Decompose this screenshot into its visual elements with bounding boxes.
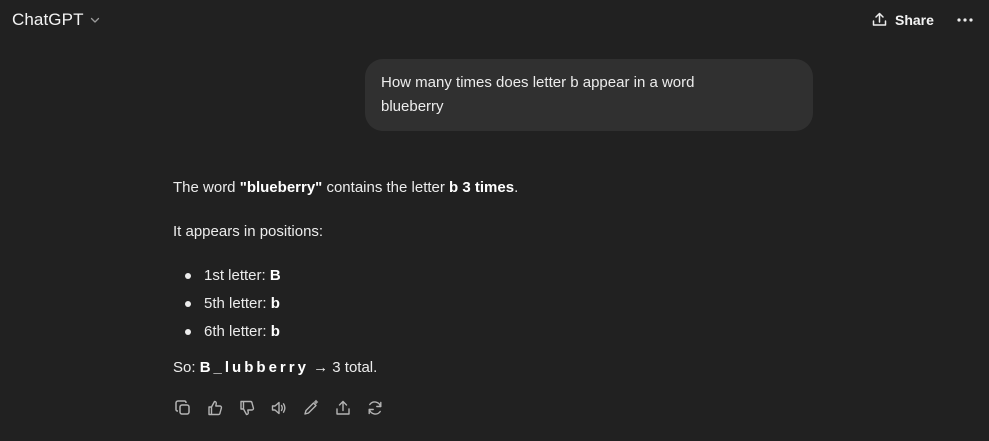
answer-paragraph-1: The word "blueberry" contains the letter…: [173, 178, 518, 198]
list-item-value: b: [270, 323, 280, 340]
more-horizontal-icon: [954, 12, 976, 28]
share-icon: [334, 399, 352, 417]
sequence-letter: b: [244, 359, 254, 376]
top-bar: ChatGPT Share: [0, 0, 989, 42]
model-switcher[interactable]: ChatGPT: [12, 10, 101, 30]
arrow-text: →: [308, 359, 333, 376]
copy-button[interactable]: [173, 398, 193, 418]
sequence-letter: r: [288, 359, 295, 376]
sequence-letter: e: [268, 359, 277, 376]
user-message-bubble: How many times does letter b appear in a…: [365, 59, 813, 131]
edit-in-canvas-button[interactable]: [301, 398, 321, 418]
thumbs-up-icon: [206, 399, 224, 417]
answer-paragraph-2: It appears in positions:: [173, 223, 324, 240]
share-message-button[interactable]: [333, 398, 353, 418]
summary-total: 3 total.: [332, 359, 378, 376]
regenerate-button[interactable]: [365, 398, 385, 418]
sequence-letter: r: [279, 359, 286, 376]
list-item: 1st letter: B: [204, 266, 281, 286]
share-icon: [871, 11, 888, 28]
model-name: ChatGPT: [12, 10, 84, 29]
sequence-letter: b: [256, 359, 266, 376]
answer-text: contains the letter: [322, 179, 450, 196]
regenerate-icon: [366, 399, 384, 417]
good-response-button[interactable]: [205, 398, 225, 418]
answer-bold-word: "blueberry": [239, 179, 323, 196]
chevron-down-icon: [89, 14, 101, 26]
more-options-button[interactable]: [954, 12, 976, 28]
share-label: Share: [895, 11, 934, 28]
sequence-letter: u: [232, 359, 242, 376]
thumbs-down-icon: [238, 399, 256, 417]
list-item-value: B: [269, 267, 281, 284]
bullet: [185, 301, 191, 307]
edit-sparkle-icon: [302, 399, 320, 417]
sequence-letter: l: [224, 359, 230, 376]
sequence-letter: y: [297, 359, 306, 376]
answer-text: The word: [173, 179, 240, 196]
answer-bold-count: b 3 times: [449, 179, 515, 196]
list-item-value: b: [270, 295, 280, 312]
answer-text: .: [514, 179, 519, 196]
bullet: [185, 329, 191, 335]
list-item-label: 1st letter:: [204, 267, 270, 284]
read-aloud-button[interactable]: [269, 398, 289, 418]
share-button[interactable]: Share: [871, 11, 934, 28]
user-message-line: blueberry: [381, 98, 444, 115]
bad-response-button[interactable]: [237, 398, 257, 418]
user-message-line: How many times does letter b appear in a…: [381, 74, 695, 91]
list-item-label: 6th letter:: [204, 323, 271, 340]
summary-label: So:: [173, 359, 200, 376]
copy-icon: [174, 399, 192, 417]
sequence-letter: B: [199, 359, 211, 376]
sequence-letter: _: [213, 359, 222, 376]
speaker-icon: [270, 399, 288, 417]
bullet: [185, 273, 191, 279]
list-item: 6th letter: b: [204, 322, 280, 342]
answer-summary: So: B _ l u b b e r r y → 3 total.: [173, 358, 377, 378]
list-item-label: 5th letter:: [204, 295, 271, 312]
list-item: 5th letter: b: [204, 294, 280, 314]
message-actions: [173, 398, 385, 418]
